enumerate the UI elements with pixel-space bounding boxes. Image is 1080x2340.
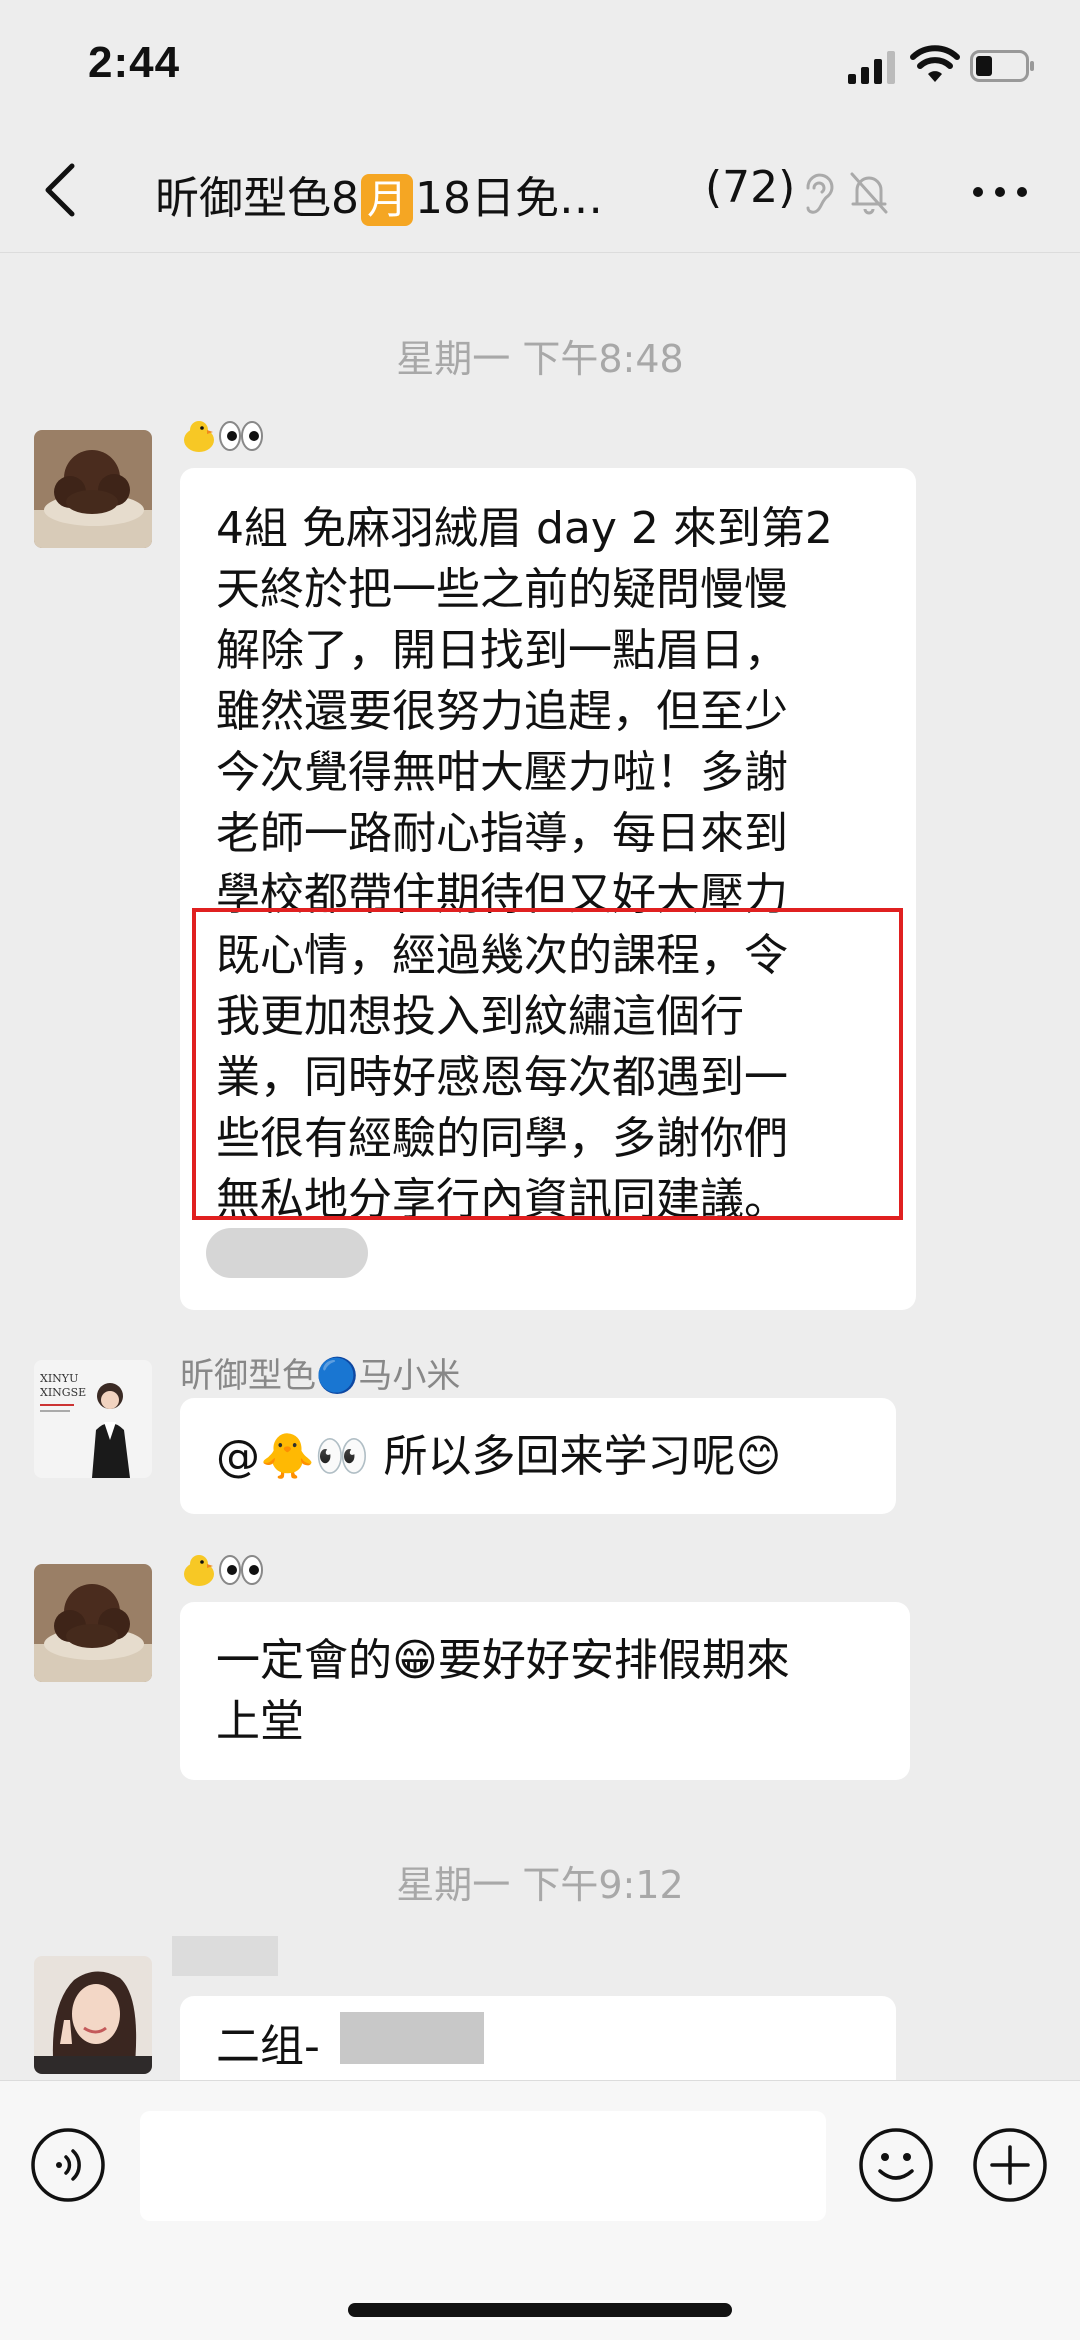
poodle-avatar-image: [34, 430, 152, 548]
chat-input-bar: [0, 2080, 1080, 2340]
svg-text:XINYU: XINYU: [40, 1372, 78, 1385]
message-bubble[interactable]: 一定會的😁要好好安排假期來 上堂: [180, 1602, 910, 1780]
battery-icon: [970, 50, 1034, 82]
portrait-avatar-image: [34, 1956, 152, 2074]
wifi-icon: [910, 45, 960, 82]
add-attachment-icon[interactable]: [972, 2127, 1048, 2203]
highlight-annotation-box: [192, 908, 903, 1220]
sender-name: 昕御型色🔵马小米: [180, 1356, 461, 1396]
message-text: 一定會的😁要好好安排假期來 上堂: [216, 1635, 790, 1747]
eyes-emoji-icon: [218, 419, 264, 462]
home-indicator: [348, 2303, 732, 2317]
message-text: @🐥👀 所以多回来学习呢😊: [216, 1431, 782, 1482]
cellular-signal-icon: [848, 51, 895, 84]
status-bar: 2:44: [0, 0, 1080, 130]
message-bubble[interactable]: 二组-: [180, 1996, 896, 2080]
status-time: 2:44: [88, 38, 181, 87]
avatar[interactable]: [34, 1956, 152, 2074]
earpiece-mode-icon: [806, 173, 834, 214]
avatar[interactable]: [34, 430, 152, 548]
blurred-content: [340, 2012, 484, 2064]
member-count: (72): [705, 162, 796, 213]
poodle-avatar-image: [34, 1564, 152, 1682]
chat-timestamp: 星期一 下午8:48: [396, 337, 684, 381]
more-options-icon[interactable]: [970, 182, 1030, 202]
svg-text:XINGSE: XINGSE: [40, 1386, 86, 1399]
blurred-sender-name: [172, 1936, 278, 1976]
message-text: 二组-: [216, 2021, 320, 2072]
chick-emoji-icon: [180, 1553, 218, 1587]
chat-title: 昕御型色8 月 18日免…: [155, 173, 603, 226]
mute-notifications-icon: [850, 172, 888, 215]
emoji-picker-icon[interactable]: [858, 2127, 934, 2203]
voice-input-icon[interactable]: [30, 2127, 106, 2203]
eyes-emoji-icon: [218, 1553, 264, 1596]
sender-name: [180, 418, 264, 462]
month-emoji-badge: 月: [361, 174, 413, 226]
message-input[interactable]: [140, 2111, 826, 2221]
message-bubble[interactable]: @🐥👀 所以多回来学习呢😊: [180, 1398, 896, 1514]
brand-avatar-image: XINYU XINGSE: [34, 1360, 152, 1478]
back-arrow-icon[interactable]: [40, 162, 80, 218]
blurred-content: [206, 1228, 368, 1278]
chat-header: 昕御型色8 月 18日免… (72): [0, 130, 1080, 253]
chick-emoji-icon: [180, 419, 218, 453]
sender-name: [180, 1552, 264, 1596]
avatar[interactable]: [34, 1564, 152, 1682]
chat-timestamp: 星期一 下午9:12: [396, 1863, 684, 1907]
avatar[interactable]: XINYU XINGSE: [34, 1360, 152, 1478]
